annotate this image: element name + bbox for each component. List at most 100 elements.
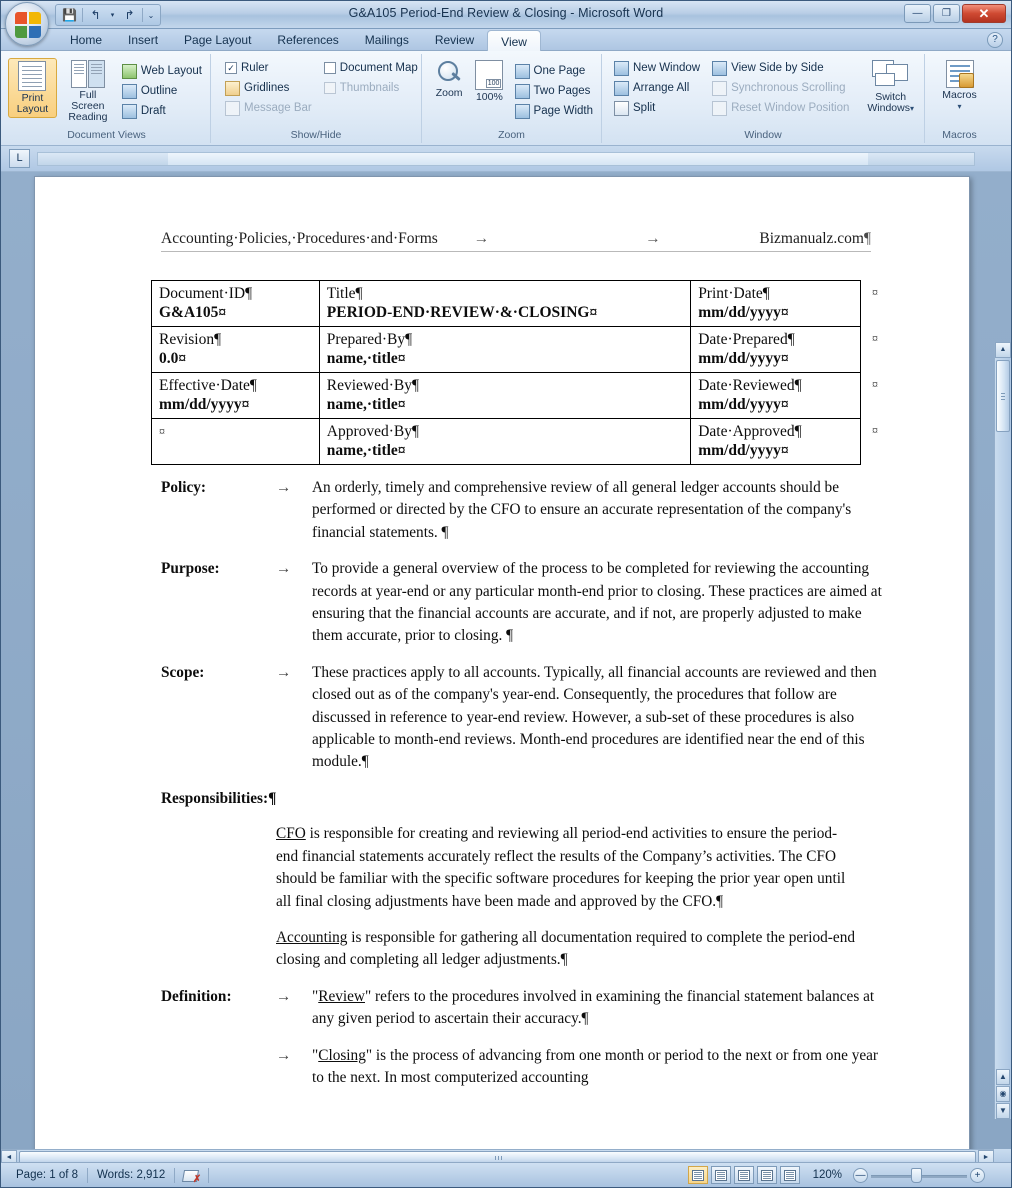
- page-indicator[interactable]: Page: 1 of 8: [7, 1169, 87, 1181]
- table-cell-prepared-by[interactable]: Prepared·By¶ name,·title¤: [318, 326, 692, 373]
- synchronous-scrolling-button[interactable]: Synchronous Scrolling: [709, 78, 852, 98]
- table-cell-print-date[interactable]: Print·Date¶ mm/dd/yyyy¤ ¤: [690, 280, 878, 327]
- switch-windows-button[interactable]: Switch Windows▾: [862, 58, 919, 116]
- tab-page-layout[interactable]: Page Layout: [171, 29, 264, 51]
- help-icon[interactable]: ?: [987, 32, 1003, 48]
- new-window-label: New Window: [633, 62, 701, 74]
- table-row[interactable]: ¤ Approved·By¶ name,·title¤ Date·Approve…: [151, 418, 878, 465]
- view-full-screen-reading-button[interactable]: [710, 1166, 731, 1184]
- section-policy[interactable]: Policy: → An orderly, timely and compreh…: [35, 477, 969, 544]
- two-pages-button[interactable]: Two Pages: [512, 81, 596, 101]
- reset-window-position-button[interactable]: Reset Window Position: [709, 98, 852, 118]
- print-layout-icon: [18, 61, 47, 91]
- outline-button[interactable]: Outline: [119, 81, 205, 101]
- row-end-mark-icon: ¤: [872, 423, 878, 437]
- proofing-errors-icon[interactable]: [183, 1168, 201, 1185]
- zoom-out-button[interactable]: —: [853, 1167, 868, 1183]
- macros-button[interactable]: Macros ▾: [931, 58, 989, 114]
- macros-icon: [945, 60, 974, 88]
- table-cell-approved-by[interactable]: Approved·By¶ name,·title¤: [318, 418, 692, 465]
- split-button[interactable]: Split: [611, 98, 703, 118]
- tab-selector-button[interactable]: L: [9, 149, 30, 168]
- view-draft-button[interactable]: [779, 1166, 800, 1184]
- restore-button[interactable]: ❐: [933, 4, 960, 23]
- view-outline-button[interactable]: [756, 1166, 777, 1184]
- outline-icon: [121, 83, 137, 99]
- cell-value: 0.0¤: [159, 350, 187, 367]
- table-cell-title[interactable]: Title¶ PERIOD-END·REVIEW·&·CLOSING¤: [318, 280, 692, 327]
- browse-next-button[interactable]: ▼: [996, 1103, 1010, 1119]
- ruler-checkbox[interactable]: ✓ Ruler: [222, 58, 315, 78]
- section-definition[interactable]: Definition: → "Review" refers to the pro…: [35, 986, 969, 1031]
- cell-value: mm/dd/yyyy¤: [698, 350, 789, 367]
- zoom-button[interactable]: Zoom: [431, 58, 467, 101]
- zoom-in-button[interactable]: +: [970, 1167, 985, 1183]
- view-web-layout-button[interactable]: [733, 1166, 754, 1184]
- table-cell-date-reviewed[interactable]: Date·Reviewed¶ mm/dd/yyyy¤ ¤: [690, 372, 878, 419]
- ruler-check-icon: ✓: [225, 62, 237, 74]
- vertical-scroll-thumb[interactable]: [996, 360, 1010, 432]
- draft-button[interactable]: Draft: [119, 101, 205, 121]
- close-button[interactable]: ✕: [962, 4, 1006, 23]
- table-cell-date-prepared[interactable]: Date·Prepared¶ mm/dd/yyyy¤ ¤: [690, 326, 878, 373]
- page-width-button[interactable]: Page Width: [512, 101, 596, 121]
- view-side-by-side-button[interactable]: View Side by Side: [709, 58, 852, 78]
- zoom-slider[interactable]: [871, 1167, 967, 1183]
- table-cell-date-approved[interactable]: Date·Approved¶ mm/dd/yyyy¤ ¤: [690, 418, 878, 465]
- word-count[interactable]: Words: 2,912: [88, 1169, 174, 1181]
- arrange-all-button[interactable]: Arrange All: [611, 78, 703, 98]
- full-screen-reading-button[interactable]: Full Screen Reading: [61, 58, 115, 125]
- document-workspace[interactable]: Accounting·Policies,·Procedures·and·Form…: [1, 172, 1011, 1166]
- zoom-100-button[interactable]: 100%: [471, 58, 507, 105]
- section-scope[interactable]: Scope: → These practices apply to all ac…: [35, 662, 969, 774]
- document-header[interactable]: Accounting·Policies,·Procedures·and·Form…: [161, 230, 871, 252]
- document-page[interactable]: Accounting·Policies,·Procedures·and·Form…: [34, 176, 970, 1166]
- document-body[interactable]: Policy: → An orderly, timely and compreh…: [35, 477, 969, 1103]
- tab-view[interactable]: View: [487, 30, 541, 51]
- scroll-up-button[interactable]: ▲: [995, 342, 1011, 358]
- cell-value: PERIOD-END·REVIEW·&·CLOSING¤: [326, 304, 598, 321]
- table-cell-reviewed-by[interactable]: Reviewed·By¶ name,·title¤: [318, 372, 692, 419]
- print-layout-button[interactable]: Print Layout: [8, 58, 57, 118]
- table-cell-revision[interactable]: Revision¶ 0.0¤: [151, 326, 320, 373]
- new-window-button[interactable]: New Window: [611, 58, 703, 78]
- tab-home[interactable]: Home: [57, 29, 115, 51]
- table-row[interactable]: Document·ID¶ G&A105¤ Title¶ PERIOD-END·R…: [151, 280, 878, 327]
- browse-previous-button[interactable]: ▲: [996, 1069, 1010, 1085]
- ribbon-group-macros: Macros ▾ Macros: [924, 54, 994, 143]
- minimize-button[interactable]: —: [904, 4, 931, 23]
- one-page-button[interactable]: One Page: [512, 61, 596, 81]
- table-cell-effective-date[interactable]: Effective·Date¶ mm/dd/yyyy¤: [151, 372, 320, 419]
- split-icon: [614, 100, 629, 116]
- web-layout-button[interactable]: Web Layout: [119, 61, 205, 81]
- ribbon-group-window: New Window Arrange All Split View Side b…: [601, 54, 924, 143]
- zoom-slider-handle[interactable]: [911, 1167, 922, 1183]
- tab-references[interactable]: References: [264, 29, 351, 51]
- gridlines-checkbox[interactable]: Gridlines: [222, 78, 315, 98]
- tab-insert[interactable]: Insert: [115, 29, 171, 51]
- zoom-level-label[interactable]: 120%: [803, 1169, 850, 1181]
- view-print-layout-button[interactable]: [687, 1166, 708, 1184]
- section-purpose[interactable]: Purpose: → To provide a general overview…: [35, 558, 969, 648]
- tab-review[interactable]: Review: [422, 29, 487, 51]
- table-cell-empty[interactable]: ¤: [151, 418, 320, 465]
- document-id-table[interactable]: Document·ID¶ G&A105¤ Title¶ PERIOD-END·R…: [151, 280, 878, 465]
- select-browse-object-button[interactable]: ◉: [996, 1086, 1010, 1102]
- vertical-scrollbar[interactable]: ▲ ▲ ◉ ▼: [994, 342, 1011, 1119]
- purpose-label: Purpose:: [161, 560, 220, 578]
- horizontal-ruler[interactable]: [37, 152, 975, 166]
- message-bar-checkbox[interactable]: Message Bar: [222, 98, 315, 118]
- section-definition-closing[interactable]: → "Closing" is the process of advancing …: [35, 1045, 969, 1090]
- office-button[interactable]: [5, 2, 49, 46]
- thumbnails-checkbox[interactable]: Thumbnails: [321, 78, 421, 98]
- ribbon-group-document-views: Print Layout Full Screen Reading Web Lay…: [3, 54, 210, 143]
- resize-grip-icon[interactable]: [992, 1169, 1005, 1182]
- group-label-macros: Macros: [942, 129, 977, 141]
- cell-label: Document·ID¶: [159, 285, 253, 302]
- table-cell-document-id[interactable]: Document·ID¶ G&A105¤: [151, 280, 320, 327]
- table-row[interactable]: Effective·Date¶ mm/dd/yyyy¤ Reviewed·By¶…: [151, 372, 878, 419]
- document-content[interactable]: Accounting·Policies,·Procedures·and·Form…: [35, 177, 969, 1165]
- table-row[interactable]: Revision¶ 0.0¤ Prepared·By¶ name,·title¤…: [151, 326, 878, 373]
- document-map-checkbox[interactable]: Document Map: [321, 58, 421, 78]
- tab-mailings[interactable]: Mailings: [352, 29, 422, 51]
